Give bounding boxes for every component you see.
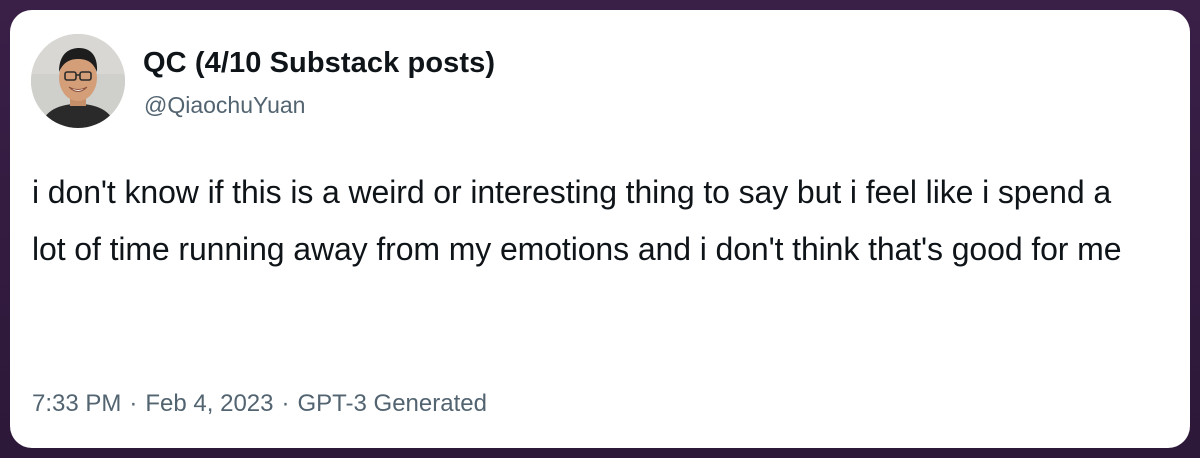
- avatar[interactable]: [31, 34, 125, 128]
- tweet-date[interactable]: Feb 4, 2023: [145, 390, 273, 417]
- meta-separator: ·: [281, 390, 290, 417]
- tweet-text: i don't know if this is a weird or inter…: [32, 174, 1122, 267]
- author-name[interactable]: QC (4/10 Substack posts): [143, 47, 495, 80]
- meta-separator: ·: [129, 390, 138, 417]
- screenshot-background: QC (4/10 Substack posts) @QiaochuYuan i …: [0, 0, 1200, 458]
- tweet-time[interactable]: 7:33 PM: [32, 390, 121, 417]
- tweet-card: QC (4/10 Substack posts) @QiaochuYuan i …: [10, 10, 1190, 448]
- tweet-source: GPT-3 Generated: [297, 390, 487, 417]
- avatar-photo-icon: [31, 34, 125, 128]
- tweet-metadata: 7:33 PM · Feb 4, 2023 · GPT-3 Generated: [32, 390, 487, 418]
- author-handle[interactable]: @QiaochuYuan: [144, 92, 305, 119]
